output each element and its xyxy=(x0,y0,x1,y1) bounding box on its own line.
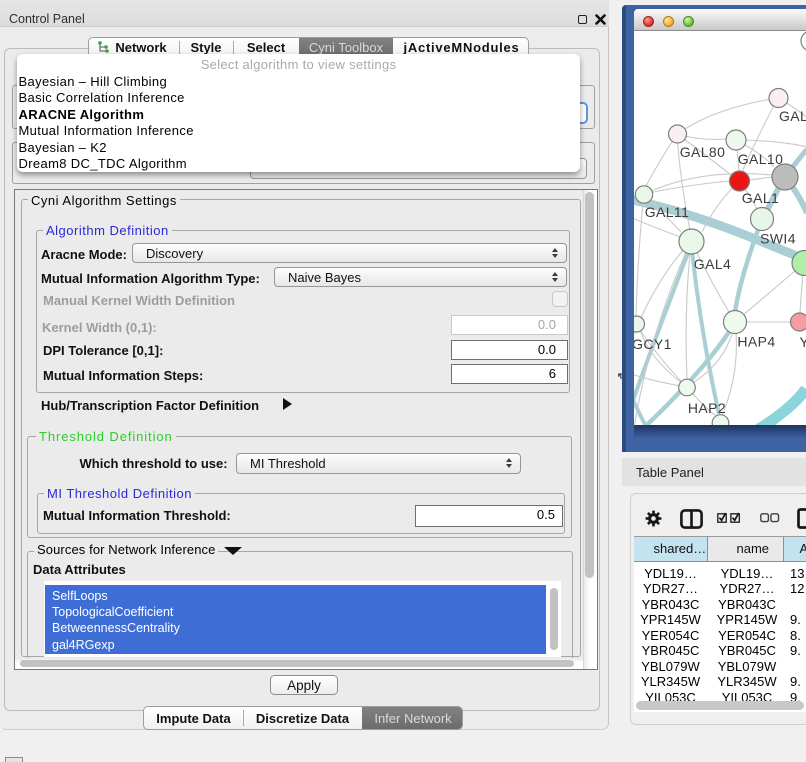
svg-text:YIL0: YIL0 xyxy=(800,334,806,350)
svg-text:GAL80: GAL80 xyxy=(680,144,726,160)
svg-text:HAP2: HAP2 xyxy=(688,400,726,416)
svg-text:GAL2: GAL2 xyxy=(779,108,806,124)
svg-text:GAL11: GAL11 xyxy=(645,204,690,220)
svg-text:SWI4: SWI4 xyxy=(760,231,796,247)
svg-text:GAL10: GAL10 xyxy=(738,151,784,167)
svg-text:GAL4: GAL4 xyxy=(694,256,731,272)
svg-text:HAP4: HAP4 xyxy=(737,334,775,350)
svg-text:GAL1: GAL1 xyxy=(742,190,779,206)
svg-text:GCY1: GCY1 xyxy=(634,336,672,352)
